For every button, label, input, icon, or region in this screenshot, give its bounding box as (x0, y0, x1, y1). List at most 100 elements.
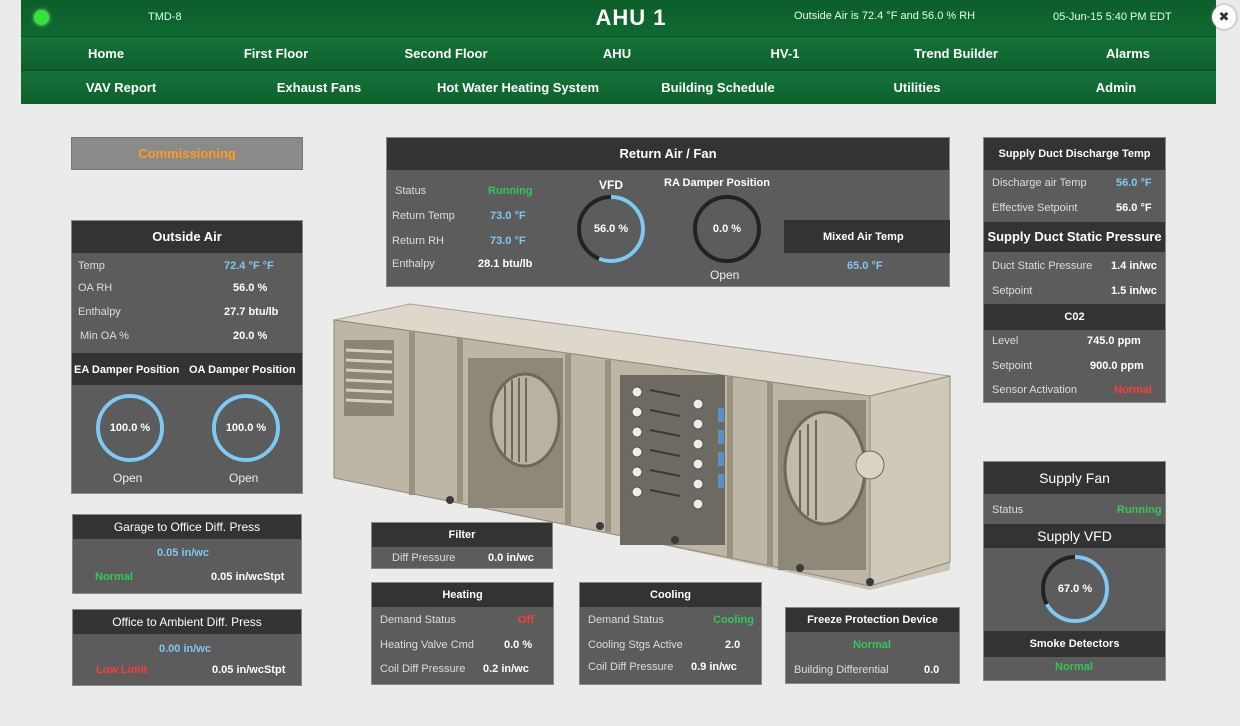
nav-ahu[interactable]: AHU (603, 46, 631, 61)
nav-trend-builder[interactable]: Trend Builder (914, 46, 998, 61)
return-vfd-value: 56.0 % (593, 223, 629, 235)
heating-panel: Heating Demand Status Off Heating Valve … (371, 582, 554, 685)
oa-damper-value: 100.0 % (225, 422, 267, 434)
nav-utilities[interactable]: Utilities (894, 80, 941, 95)
supply-vfd-title: Supply VFD (984, 524, 1165, 548)
office-press-status: Low Limit (96, 664, 148, 676)
nav-first-floor[interactable]: First Floor (244, 46, 308, 61)
ea-damper-value: 100.0 % (109, 422, 151, 434)
co2-setpoint-value: 900.0 ppm (1090, 360, 1144, 372)
garage-press-title: Garage to Office Diff. Press (73, 515, 301, 539)
oa-enthalpy-value: 27.7 btu/lb (224, 306, 279, 318)
nav-home[interactable]: Home (88, 46, 124, 61)
filter-diff-value: 0.0 in/wc (488, 552, 534, 564)
ea-damper-title: EA Damper Position (74, 364, 180, 376)
ra-temp-label: Return Temp (392, 210, 455, 222)
nav-hot-water-heating[interactable]: Hot Water Heating System (437, 80, 599, 95)
supply-vfd-value: 67.0 % (1057, 583, 1093, 595)
ra-rh-label: Return RH (392, 235, 444, 247)
nav-hv-1[interactable]: HV-1 (771, 46, 800, 61)
outside-air-panel: Outside Air Temp 72.4 °F °F OA RH 56.0 %… (71, 220, 303, 494)
discharge-value: 56.0 °F (1116, 177, 1152, 189)
nav-exhaust-fans[interactable]: Exhaust Fans (277, 80, 362, 95)
ra-damper-gauge: 0.0 % (693, 195, 761, 263)
ra-enthalpy-label: Enthalpy (392, 258, 435, 270)
office-press-setpoint: 0.05 in/wcStpt (212, 664, 286, 676)
filter-title: Filter (372, 523, 552, 547)
nav-building-schedule[interactable]: Building Schedule (661, 80, 774, 95)
heating-coil-value: 0.2 in/wc (483, 663, 529, 675)
vfd-title: VFD (599, 178, 623, 192)
ra-temp-value: 73.0 °F (490, 210, 526, 222)
supply-fan-title: Supply Fan (984, 462, 1165, 494)
return-air-panel: Return Air / Fan Status Running Return T… (386, 137, 950, 287)
nav-second-floor[interactable]: Second Floor (404, 46, 487, 61)
cooling-coil-value: 0.9 in/wc (691, 661, 737, 673)
mixed-air-value: 65.0 °F (847, 260, 883, 272)
min-oa-value: 20.0 % (233, 330, 268, 342)
status-led-icon (34, 10, 49, 25)
bldg-diff-label: Building Differential (794, 664, 889, 676)
oa-rh-value: 56.0 % (233, 282, 268, 294)
freeze-title: Freeze Protection Device (786, 608, 959, 632)
outside-air-title: Outside Air (72, 221, 302, 253)
cooling-title: Cooling (580, 583, 761, 607)
ra-damper-title: RA Damper Position (664, 177, 770, 189)
oa-rh-label: OA RH (78, 282, 113, 294)
filter-diff-label: Diff Pressure (392, 552, 456, 564)
oa-damper-gauge: 100.0 % (212, 394, 280, 462)
supply-fan-status-value: Running (1117, 504, 1162, 516)
garage-press-panel: Garage to Office Diff. Press 0.05 in/wc … (72, 514, 302, 594)
duct-static-label: Duct Static Pressure (992, 260, 1093, 272)
ra-damper-state: Open (710, 268, 740, 282)
nav-alarms[interactable]: Alarms (1106, 46, 1150, 61)
office-press-panel: Office to Ambient Diff. Press 0.00 in/wc… (72, 609, 302, 686)
bldg-diff-value: 0.0 (924, 664, 940, 676)
nav-row-2: VAV Report Exhaust Fans Hot Water Heatin… (21, 70, 1216, 104)
static-setpoint-value: 1.5 in/wc (1111, 285, 1157, 297)
co2-setpoint-label: Setpoint (992, 360, 1033, 372)
oa-damper-title: OA Damper Position (189, 364, 296, 376)
garage-press-status: Normal (95, 571, 133, 583)
cooling-demand-label: Demand Status (588, 614, 664, 626)
cooling-coil-label: Coil Diff Pressure (588, 661, 674, 673)
return-vfd-gauge: 56.0 % (577, 195, 645, 263)
supply-vfd-gauge: 67.0 % (1041, 555, 1109, 623)
nav-admin[interactable]: Admin (1096, 80, 1136, 95)
filter-panel: Filter Diff Pressure 0.0 in/wc (371, 522, 553, 569)
oa-enthalpy-label: Enthalpy (78, 306, 121, 318)
co2-level-label: Level (992, 335, 1019, 347)
static-setpoint-label: Setpoint (992, 285, 1033, 297)
nav-row-1: Home First Floor Second Floor AHU HV-1 T… (21, 36, 1216, 70)
co2-level-value: 745.0 ppm (1087, 335, 1141, 347)
ra-status-label: Status (395, 185, 427, 197)
office-press-value: 0.00 in/wc (159, 643, 211, 655)
commissioning-button[interactable]: Commissioning (71, 137, 303, 170)
oa-temp-value: 72.4 °F °F (224, 260, 274, 272)
heating-valve-value: 0.0 % (504, 639, 533, 651)
site-id: TMD-8 (148, 11, 182, 23)
static-pressure-title: Supply Duct Static Pressure (984, 222, 1165, 252)
oa-temp-label: Temp (78, 260, 105, 272)
title-row: TMD-8 AHU 1 Outside Air is 72.4 °F and 5… (21, 0, 1216, 36)
smoke-detectors-value: Normal (1055, 661, 1093, 673)
ra-enthalpy-value: 28.1 btu/lb (478, 258, 533, 270)
co2-title: C02 (984, 304, 1165, 330)
cooling-demand-value: Cooling (713, 614, 754, 626)
page-title: AHU 1 (595, 5, 667, 30)
nav-vav-report[interactable]: VAV Report (86, 80, 156, 95)
ea-damper-gauge: 100.0 % (96, 394, 164, 462)
return-air-title: Return Air / Fan (387, 138, 949, 170)
cooling-stages-label: Cooling Stgs Active (588, 639, 683, 651)
effective-setpoint-label: Effective Setpoint (992, 202, 1078, 214)
oa-damper-state: Open (229, 471, 259, 485)
discharge-label: Discharge air Temp (992, 177, 1087, 189)
ra-status-value: Running (488, 185, 533, 197)
sensor-activation-label: Sensor Activation (992, 384, 1077, 396)
close-icon[interactable]: ✖ (1212, 5, 1236, 29)
office-press-title: Office to Ambient Diff. Press (73, 610, 301, 634)
heating-valve-label: Heating Valve Cmd (380, 639, 474, 651)
sensor-activation-value: Normal (1114, 384, 1152, 396)
heating-title: Heating (372, 583, 553, 607)
ra-rh-value: 73.0 °F (490, 235, 526, 247)
